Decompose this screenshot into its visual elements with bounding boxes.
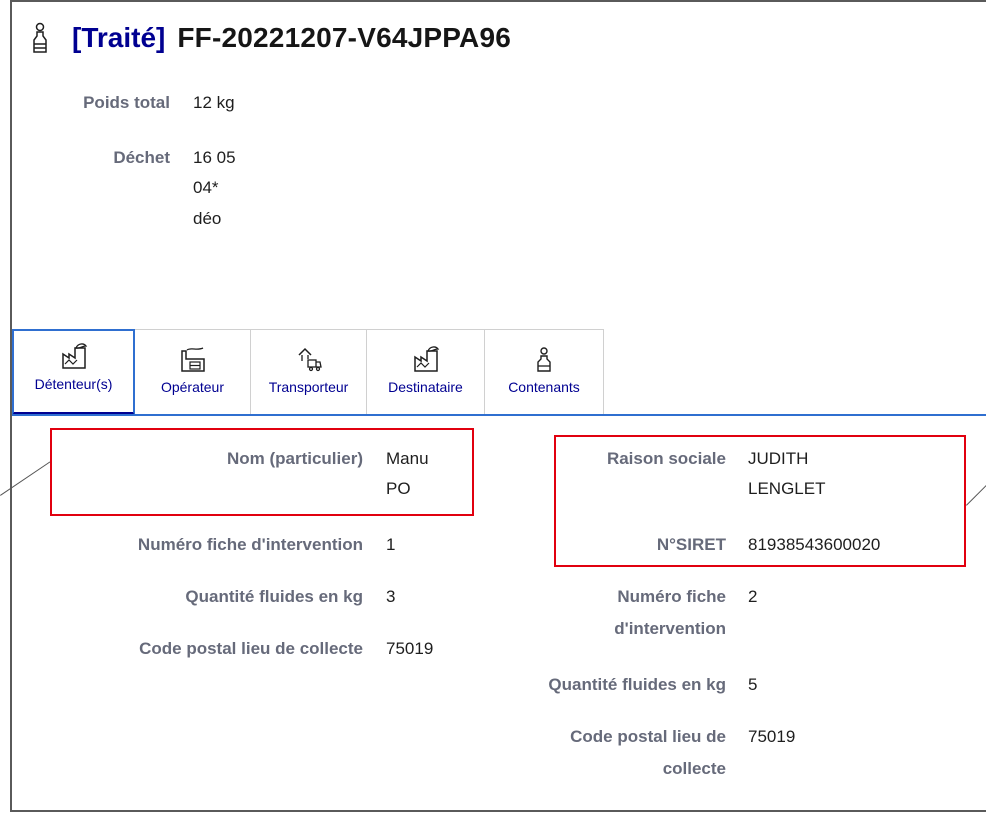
tab-label: Destinataire (388, 379, 463, 395)
tab-detenteurs[interactable]: Détenteur(s) (12, 329, 135, 416)
nom-value-line-1: Manu (386, 449, 429, 468)
quantite-label: Quantité fluides en kg (548, 675, 726, 694)
code-postal-value: 75019 (748, 727, 796, 746)
dechet-value-line-2: 04* (193, 178, 219, 197)
code-postal-label: Code postal lieu de collecte (139, 639, 363, 658)
raison-sociale-line-2: LENGLET (748, 479, 826, 498)
tab-label: Détenteur(s) (34, 376, 113, 392)
factory-icon (61, 343, 87, 369)
code-postal-label-line-1: Code postal lieu de (570, 727, 726, 746)
page-title: [Traité] FF-20221207-V64JPPA96 (32, 22, 511, 54)
tab-label: Opérateur (160, 379, 225, 395)
form-id: FF-20221207-V64JPPA96 (177, 22, 512, 53)
truck-icon (297, 347, 322, 372)
siret-label: N°SIRET (656, 535, 726, 554)
quantite-value: 3 (386, 587, 396, 606)
dechet-label: Déchet (113, 148, 170, 167)
fiche-label-line-2: d'intervention (614, 619, 726, 638)
tab-bar: Détenteur(s) Opérateur Transporteur Dest… (12, 329, 604, 416)
poids-label: Poids total (83, 93, 170, 112)
tab-label: Transporteur (268, 379, 349, 395)
bottle-icon (33, 22, 47, 53)
tab-destinataire[interactable]: Destinataire (367, 329, 485, 416)
code-postal-label-line-2: collecte (662, 759, 726, 778)
fiche-value: 1 (386, 535, 396, 554)
nom-label: Nom (particulier) (226, 449, 363, 468)
tab-contenants[interactable]: Contenants (485, 329, 604, 416)
bottle-icon (537, 347, 551, 372)
code-postal-value: 75019 (386, 639, 434, 658)
dechet-value-line-1: 16 05 (193, 148, 236, 167)
siret-value: 81938543600020 (748, 535, 881, 554)
operator-factory-icon (180, 347, 205, 372)
raison-sociale-line-1: JUDITH (748, 449, 809, 468)
fiche-label: Numéro fiche d'intervention (137, 535, 363, 554)
tab-transporteur[interactable]: Transporteur (251, 329, 367, 416)
quantite-value: 5 (748, 675, 758, 694)
fiche-value: 2 (748, 587, 758, 606)
tab-label: Contenants (508, 379, 580, 395)
poids-value: 12 kg (193, 93, 235, 112)
dechet-value-line-3: déo (193, 209, 222, 228)
nom-value-line-2: PO (386, 479, 411, 498)
factory-icon (413, 346, 439, 372)
status-badge: [Traité] (72, 22, 166, 53)
quantite-label: Quantité fluides en kg (185, 587, 363, 606)
fiche-label-line-1: Numéro fiche (617, 587, 726, 606)
tab-operateur[interactable]: Opérateur (135, 329, 251, 416)
raison-sociale-label: Raison sociale (606, 449, 726, 468)
tab-underline (12, 414, 986, 416)
